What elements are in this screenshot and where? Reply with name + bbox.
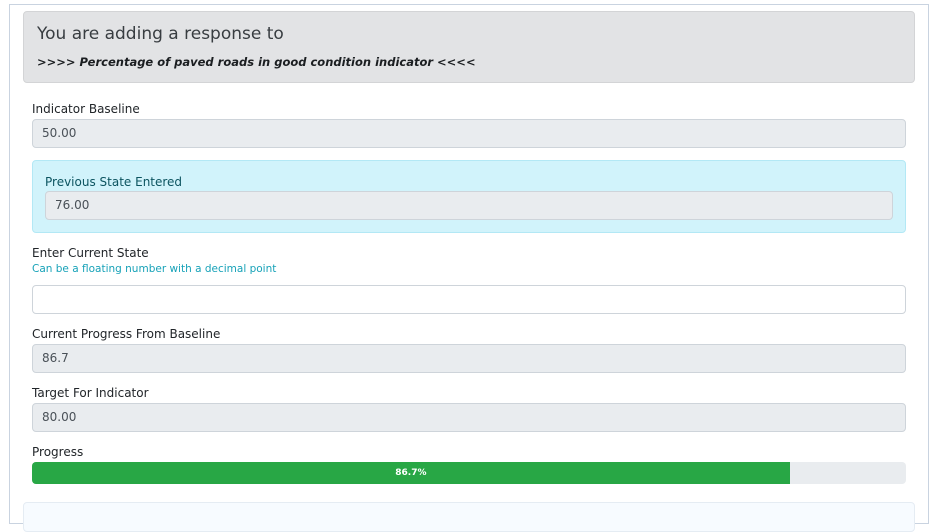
response-header-card: You are adding a response to >>>> Percen…	[23, 11, 915, 83]
baseline-label: Indicator Baseline	[32, 102, 140, 116]
progress-bar-fill: 86.7%	[32, 462, 790, 484]
current-progress-label: Current Progress From Baseline	[32, 327, 221, 341]
target-field: 80.00	[32, 403, 906, 432]
indicator-name: >>>> Percentage of paved roads in good c…	[37, 55, 476, 69]
previous-state-label: Previous State Entered	[45, 175, 183, 189]
previous-state-card: Previous State Entered 76.00	[32, 160, 906, 233]
current-state-label: Enter Current State	[32, 246, 149, 260]
current-state-input[interactable]	[32, 285, 906, 314]
current-progress-field: 86.7	[32, 344, 906, 373]
progress-bar: 86.7%	[32, 462, 906, 484]
progress-label: Progress	[32, 445, 84, 459]
target-label: Target For Indicator	[32, 386, 149, 400]
header-title: You are adding a response to	[37, 24, 284, 44]
previous-state-field: 76.00	[45, 191, 893, 220]
current-state-help: Can be a floating number with a decimal …	[32, 263, 277, 275]
baseline-field: 50.00	[32, 119, 906, 148]
next-card	[23, 502, 915, 532]
